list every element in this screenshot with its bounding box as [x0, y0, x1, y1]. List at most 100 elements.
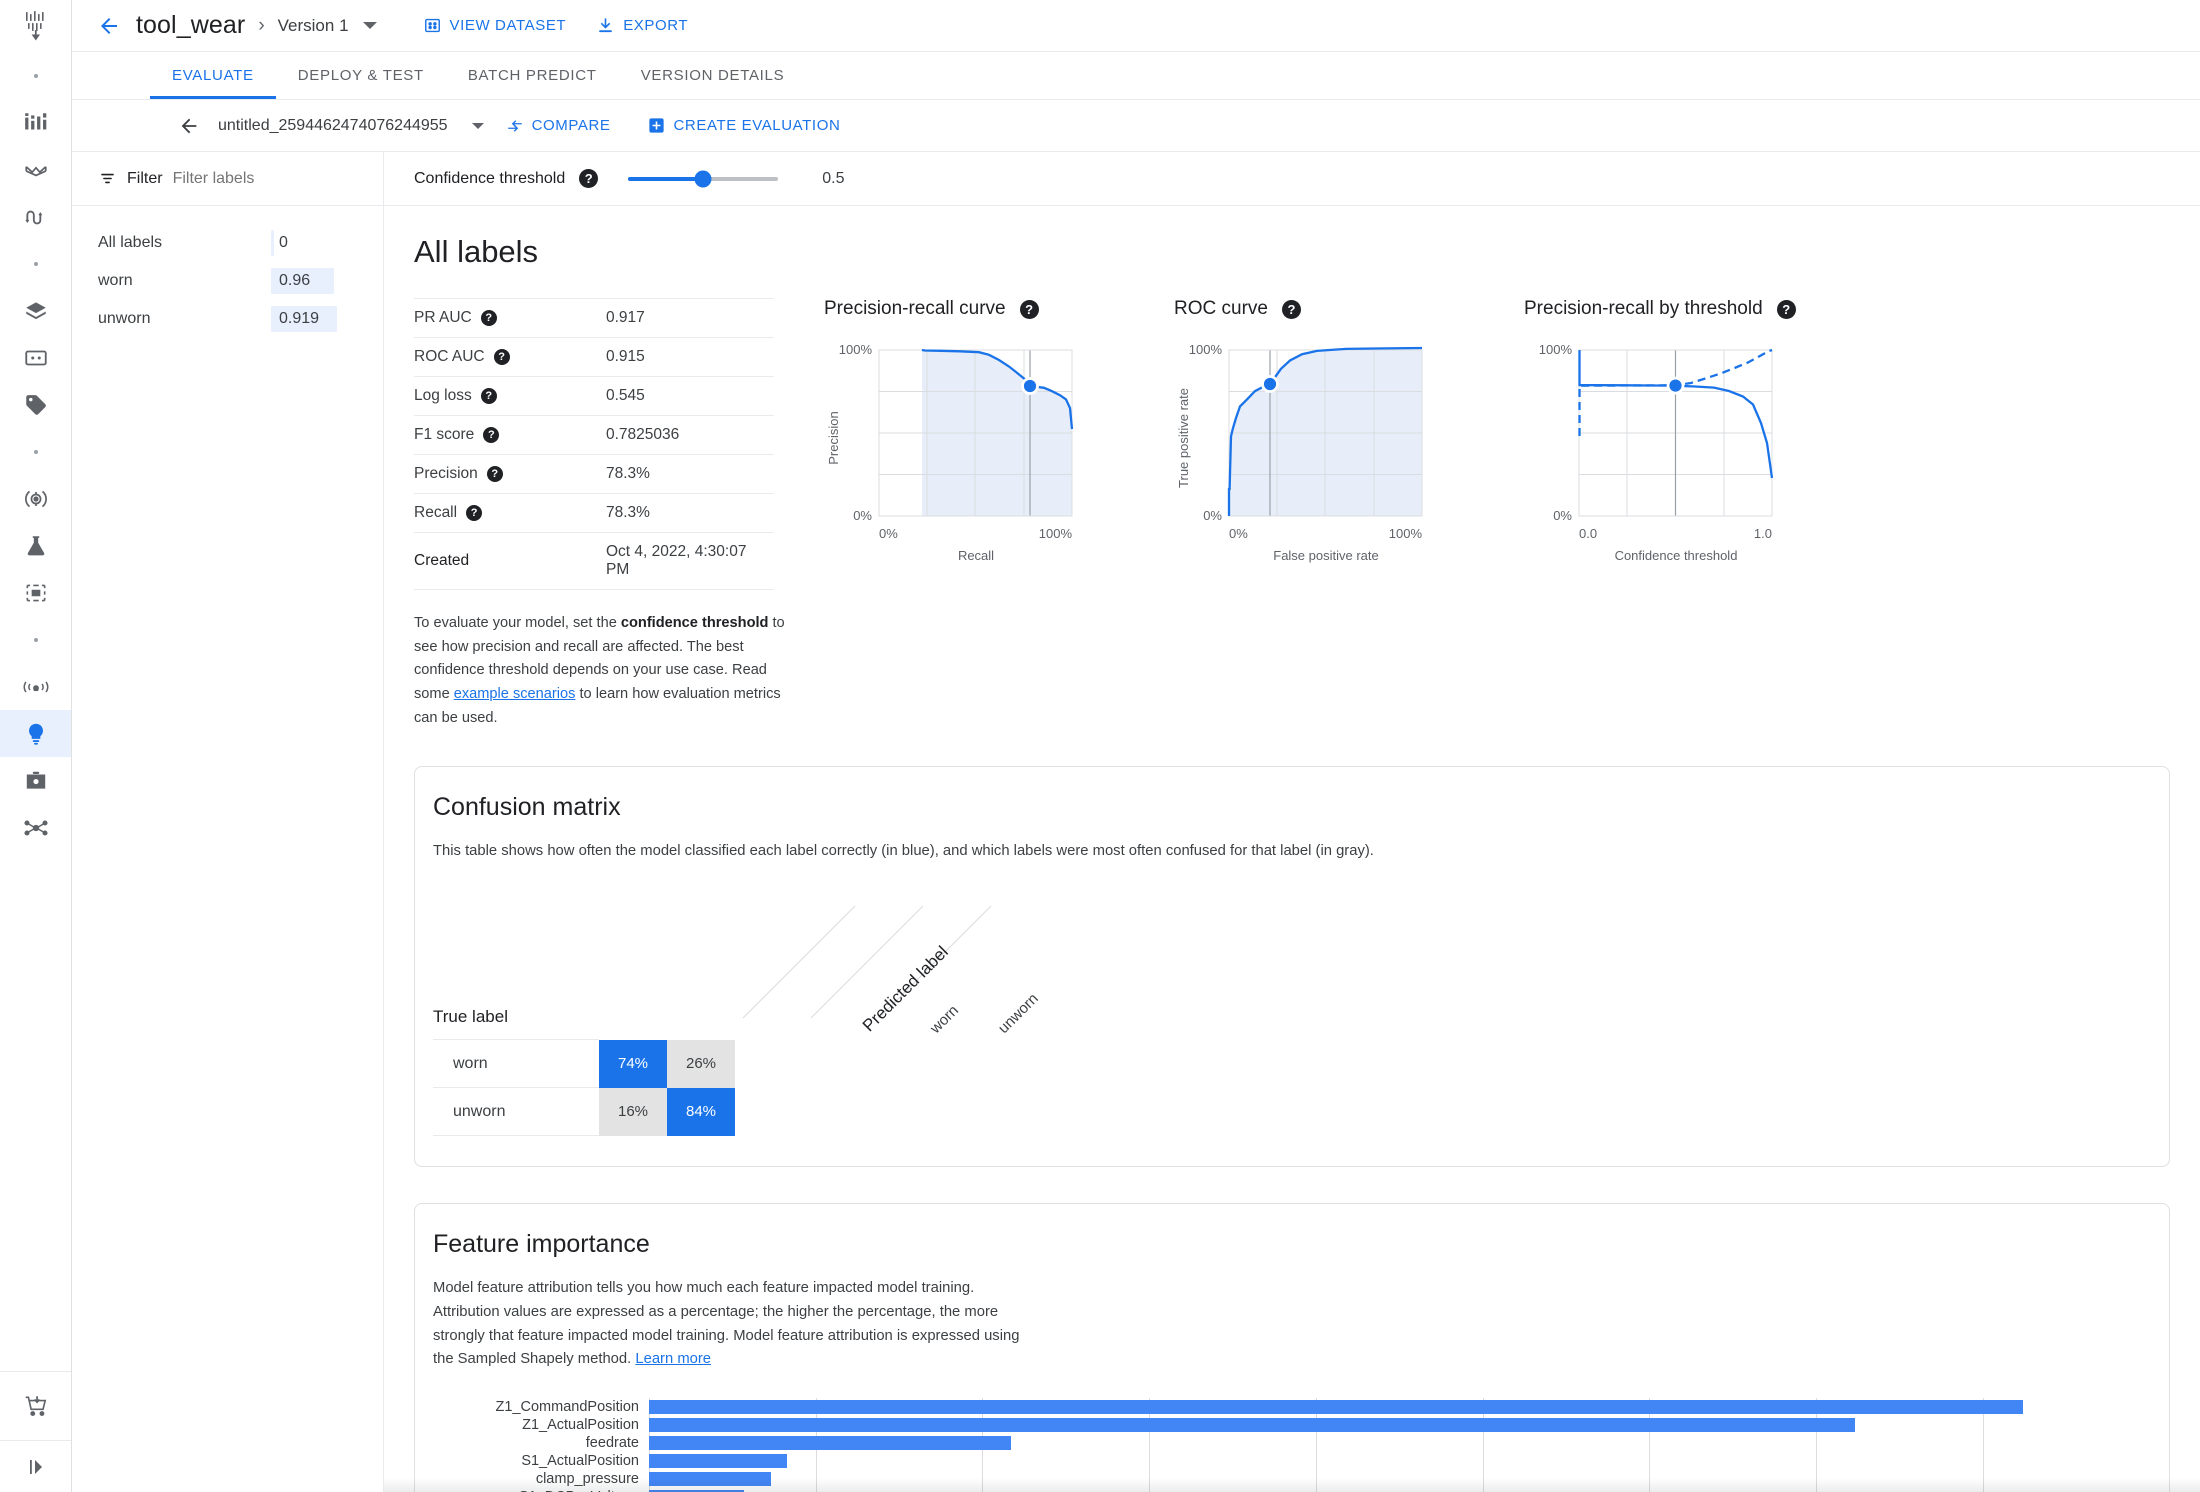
- confusion-matrix-diagonal-lines: [742, 905, 992, 1019]
- rail-item-dashboard[interactable]: [0, 99, 71, 146]
- confidence-threshold-slider[interactable]: [628, 170, 779, 187]
- rail-item-marketplace[interactable]: [0, 1372, 71, 1440]
- help-circle-icon[interactable]: ?: [1019, 299, 1039, 319]
- chevron-down-icon[interactable]: [362, 22, 377, 29]
- add-box-icon: [647, 116, 666, 135]
- arrow-back-icon: [97, 14, 121, 38]
- slider-fill: [628, 176, 704, 181]
- rail-item-endpoints[interactable]: [0, 663, 71, 710]
- body-region: Filter All labels 0 worn: [72, 152, 2200, 1492]
- scroll-region[interactable]: All labels PR AUC? 0.917 ROC AUC ? 0.915…: [384, 206, 2200, 1492]
- rail-item-datasets[interactable]: [0, 287, 71, 334]
- learn-more-link[interactable]: Learn more: [635, 1351, 711, 1367]
- feature-bar: [649, 1436, 1011, 1451]
- datasets-layers-icon: [23, 298, 49, 324]
- label-row-worn[interactable]: worn 0.96: [72, 262, 383, 300]
- feature-importance-description: Model feature attribution tells you how …: [433, 1277, 1033, 1372]
- tab-evaluate[interactable]: EVALUATE: [150, 52, 276, 99]
- cell-unworn-worn[interactable]: 16%: [599, 1087, 667, 1136]
- rail-item-feature-store[interactable]: [0, 334, 71, 381]
- matching-engine-icon: [22, 815, 50, 841]
- label-name: All labels: [98, 234, 163, 251]
- metadata-frame-icon: [23, 580, 49, 606]
- filter-labels-input[interactable]: [172, 169, 363, 188]
- experiments-flask-icon: [23, 533, 49, 559]
- training-target-icon: [23, 486, 49, 512]
- feature-store-icon: [23, 345, 49, 371]
- feature-name: S1_ActualPosition: [521, 1453, 639, 1470]
- slider-thumb[interactable]: [694, 170, 712, 187]
- version-label: Version 1: [277, 15, 349, 35]
- feature-importance-card: Feature importance Model feature attribu…: [414, 1203, 2170, 1492]
- create-evaluation-button[interactable]: CREATE EVALUATION: [635, 107, 853, 145]
- create-evaluation-label: CREATE EVALUATION: [673, 117, 841, 134]
- scroll-content: All labels PR AUC? 0.917 ROC AUC ? 0.915…: [384, 206, 2200, 1492]
- rail-item-batch-predictions[interactable]: [0, 757, 71, 804]
- cell-worn-unworn[interactable]: 26%: [667, 1039, 735, 1088]
- rail-item-pipelines[interactable]: [0, 146, 71, 193]
- feature-bar: [649, 1400, 2024, 1415]
- back-button[interactable]: [90, 7, 128, 45]
- top-app-bar: tool_wear › Version 1 VIEW DATASET EXPOR…: [72, 0, 2200, 52]
- tab-batch-predict[interactable]: BATCH PREDICT: [446, 52, 619, 99]
- help-circle-icon[interactable]: ?: [493, 349, 510, 365]
- metric-name: F1 score: [414, 426, 475, 443]
- app-root: tool_wear › Version 1 VIEW DATASET EXPOR…: [0, 0, 2200, 1492]
- label-row-all-labels[interactable]: All labels 0: [72, 224, 383, 262]
- rail-item-metadata[interactable]: [0, 569, 71, 616]
- help-circle-icon[interactable]: ?: [1776, 299, 1796, 319]
- label-value-wrap: 0.96: [271, 268, 363, 294]
- confusion-matrix-header-row: True label: [433, 920, 735, 1040]
- pr-by-threshold-svg: 100% 0% 0.0 1.0 Confidence threshold: [1539, 342, 1774, 563]
- help-circle-icon[interactable]: ?: [1281, 299, 1301, 319]
- help-circle-icon[interactable]: ?: [579, 169, 599, 188]
- rail-item-matching-engine[interactable]: [0, 804, 71, 851]
- metric-value: 0.915: [606, 337, 774, 377]
- roc-curve-chart: ROC curve ? 100% 0% 0% 100% True positiv…: [1174, 298, 1524, 568]
- cell-worn-worn[interactable]: 74%: [599, 1039, 667, 1088]
- metric-row-log-loss: Log loss? 0.545: [414, 376, 774, 416]
- rail-item-experiments[interactable]: [0, 522, 71, 569]
- x-tick-left: 0.0: [1579, 526, 1597, 541]
- metrics-table: PR AUC? 0.917 ROC AUC? 0.915 Log loss ? …: [414, 298, 774, 590]
- label-value: 0.96: [279, 272, 311, 289]
- feature-name: Z1_ActualPosition: [522, 1417, 639, 1434]
- rail-dot-1: [0, 52, 71, 99]
- roc-curve-svg: 100% 0% 0% 100% True positive rate False…: [1176, 342, 1423, 563]
- compare-label: COMPARE: [531, 117, 611, 134]
- export-button[interactable]: EXPORT: [584, 7, 700, 45]
- tab-version-details[interactable]: VERSION DETAILS: [619, 52, 807, 99]
- confusion-matrix-description: This table shows how often the model cla…: [433, 843, 1374, 860]
- help-circle-icon[interactable]: ?: [480, 310, 497, 326]
- tab-deploy-and-test[interactable]: DEPLOY & TEST: [276, 52, 446, 99]
- rail-item-models[interactable]: [0, 710, 71, 757]
- example-scenarios-link[interactable]: example scenarios: [454, 686, 576, 702]
- label-row-unworn[interactable]: unworn 0.919: [72, 300, 383, 338]
- feature-bar: [649, 1418, 1856, 1433]
- help-circle-icon[interactable]: ?: [486, 466, 503, 482]
- rail-item-training[interactable]: [0, 475, 71, 522]
- rail-item-workflows[interactable]: [0, 193, 71, 240]
- labeling-tag-icon: [23, 392, 49, 418]
- evaluation-name: untitled_2594462474076244955: [218, 116, 448, 134]
- metric-name: Created: [414, 552, 470, 569]
- confidence-threshold-label: Confidence threshold: [414, 169, 566, 187]
- help-circle-icon[interactable]: ?: [466, 505, 483, 521]
- rail-item-expand[interactable]: [0, 1440, 71, 1492]
- view-dataset-button[interactable]: VIEW DATASET: [411, 7, 579, 45]
- description-text: Model feature attribution tells you how …: [433, 1280, 1020, 1368]
- note-bold: confidence threshold: [620, 615, 769, 631]
- chevron-down-icon[interactable]: [471, 122, 484, 129]
- cell-unworn-unworn[interactable]: 84%: [667, 1087, 735, 1136]
- help-circle-icon[interactable]: ?: [480, 388, 497, 404]
- metric-value: 0.7825036: [606, 415, 774, 455]
- y-axis-label: True positive rate: [1176, 388, 1191, 488]
- confusion-matrix-card: Confusion matrix This table shows how of…: [414, 766, 2170, 1168]
- feature-bar: [649, 1454, 788, 1469]
- evaluation-back-button[interactable]: [170, 107, 208, 145]
- rail-item-labeling[interactable]: [0, 381, 71, 428]
- precision-recall-by-threshold-chart: Precision-recall by threshold ? 100% 0% …: [1524, 298, 1874, 568]
- help-circle-icon[interactable]: ?: [483, 427, 500, 443]
- row-label-worn: worn: [433, 1039, 599, 1089]
- compare-button[interactable]: COMPARE: [494, 107, 623, 145]
